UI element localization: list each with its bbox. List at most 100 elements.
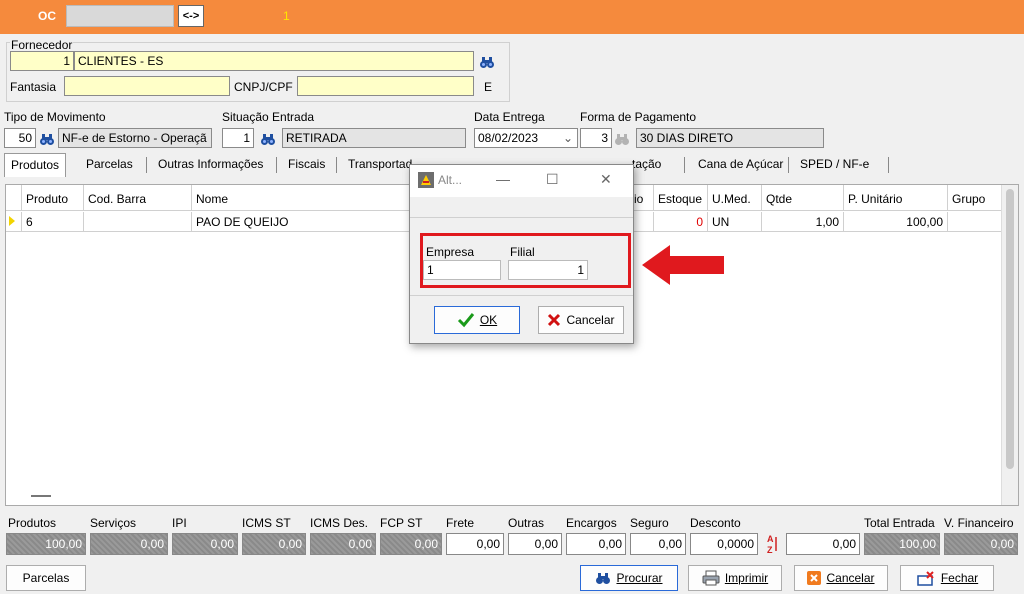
total-icms-des-value: 0,00: [310, 533, 376, 555]
cnpj-label: CNPJ/CPF: [234, 80, 293, 94]
procurar-button[interactable]: Procurar: [580, 565, 678, 591]
svg-text:Z: Z: [767, 545, 773, 555]
data-entrega-field[interactable]: 08/02/2023 ⌄: [474, 128, 578, 148]
cancelar-button-label: Cancelar: [826, 571, 875, 585]
total-desconto-label: Desconto: [690, 516, 741, 530]
situacao-entrada-code[interactable]: 1: [222, 128, 254, 148]
oc-number: 1: [283, 9, 290, 23]
table-cell-estoque[interactable]: 0: [654, 212, 708, 232]
col-grupo[interactable]: Grupo: [948, 185, 1002, 211]
total-encargos-label: Encargos: [566, 516, 617, 530]
total-desconto-input[interactable]: 0,00: [786, 533, 860, 555]
cnpj-field[interactable]: [297, 76, 474, 96]
filial-input[interactable]: 1: [508, 260, 588, 280]
total-encargos-input[interactable]: 0,00: [566, 533, 626, 555]
tab-separator: [276, 157, 277, 173]
binoculars-icon[interactable]: [479, 54, 495, 70]
fantasia-field[interactable]: [64, 76, 230, 96]
col-cod-barra[interactable]: Cod. Barra: [84, 185, 192, 211]
total-entrada-label: Total Entrada: [864, 516, 935, 530]
col-umed[interactable]: U.Med.: [708, 185, 762, 211]
total-ipi-label: IPI: [172, 516, 187, 530]
total-desconto-pct-input[interactable]: 0,0000: [690, 533, 758, 555]
maximize-icon[interactable]: ☐: [546, 171, 559, 188]
binoculars-icon[interactable]: [614, 131, 630, 147]
fornecedor-label: Fornecedor: [10, 38, 74, 52]
forma-pagamento-label: Forma de Pagamento: [580, 110, 697, 124]
filial-label: Filial: [510, 245, 535, 259]
grid-horizontal-scroll-handle[interactable]: [31, 495, 51, 497]
alterar-dialog: Alt... — ☐ ✕ Empresa Filial 1 1 OK Cance…: [409, 164, 634, 344]
total-produtos-value: 100,00: [6, 533, 86, 555]
ok-button[interactable]: OK: [434, 306, 520, 334]
table-cell-grupo[interactable]: [948, 212, 1002, 232]
parcelas-button[interactable]: Parcelas: [6, 565, 86, 591]
tab-outras-informacoes[interactable]: Outras Informações: [152, 153, 269, 177]
dialog-cancel-button[interactable]: Cancelar: [538, 306, 624, 334]
fechar-button-label: Fechar: [940, 571, 979, 585]
total-icms-des-label: ICMS Des.: [310, 516, 369, 530]
tab-separator: [888, 157, 889, 173]
table-cell-produto[interactable]: 6: [22, 212, 84, 232]
total-outras-label: Outras: [508, 516, 545, 530]
total-servicos-label: Serviços: [90, 516, 137, 530]
fechar-button[interactable]: Fechar: [900, 565, 994, 591]
sort-az-icon[interactable]: AZ: [765, 533, 779, 555]
situacao-entrada-label: Situação Entrada: [222, 110, 315, 124]
table-cell-cod-barra[interactable]: [84, 212, 192, 232]
total-outras-input[interactable]: 0,00: [508, 533, 562, 555]
close-door-icon: [917, 571, 934, 586]
total-v-financeiro-label: V. Financeiro: [944, 516, 1014, 530]
total-v-financeiro-value: 0,00: [944, 533, 1018, 555]
table-cell-p-unitario[interactable]: 100,00: [844, 212, 948, 232]
grid-indicator-header: [6, 185, 22, 211]
dialog-title: Alt...: [438, 173, 463, 187]
total-icms-st-value: 0,00: [242, 533, 306, 555]
binoculars-icon[interactable]: [260, 131, 276, 147]
empresa-input[interactable]: 1: [423, 260, 501, 280]
tipo-movimento-desc: NF-e de Estorno - Operaçã: [58, 128, 212, 148]
parcelas-button-label: Parcelas: [22, 571, 70, 585]
close-icon[interactable]: ✕: [600, 171, 612, 188]
binoculars-icon: [596, 573, 611, 584]
tab-sped-nfe[interactable]: SPED / NF-e: [794, 153, 875, 177]
tab-transportadora[interactable]: Transportad: [342, 153, 418, 177]
imprimir-button[interactable]: Imprimir: [688, 565, 782, 591]
total-fcp-st-value: 0,00: [380, 533, 442, 555]
empresa-label: Empresa: [426, 245, 475, 259]
checkmark-icon: [457, 313, 474, 328]
data-entrega-label: Data Entrega: [474, 110, 545, 124]
col-qtde[interactable]: Qtde: [762, 185, 844, 211]
grid-vertical-scrollbar[interactable]: [1001, 185, 1018, 505]
fornecedor-name-field[interactable]: CLIENTES - ES: [74, 51, 474, 71]
swap-button[interactable]: <->: [178, 5, 204, 27]
chevron-down-icon[interactable]: ⌄: [563, 131, 573, 145]
col-p-unitario[interactable]: P. Unitário: [844, 185, 948, 211]
red-arrow-annotation: [642, 245, 724, 285]
printer-icon: [702, 570, 720, 586]
svg-text:A: A: [767, 534, 774, 544]
tab-cana-de-acucar[interactable]: Cana de Açúcar: [692, 153, 789, 177]
dialog-title-bar: Alt... — ☐ ✕: [410, 165, 633, 197]
total-frete-input[interactable]: 0,00: [446, 533, 504, 555]
forma-pagamento-code[interactable]: 3: [580, 128, 612, 148]
table-cell-qtde[interactable]: 1,00: [762, 212, 844, 232]
table-cell-umed[interactable]: UN: [708, 212, 762, 232]
cancelar-button[interactable]: Cancelar: [794, 565, 888, 591]
x-icon: [548, 313, 561, 327]
col-estoque[interactable]: Estoque: [654, 185, 708, 211]
scrollbar-thumb[interactable]: [1006, 189, 1014, 469]
tab-separator: [684, 157, 685, 173]
ok-button-label: OK: [479, 313, 498, 327]
col-produto[interactable]: Produto: [22, 185, 84, 211]
tab-fiscais[interactable]: Fiscais: [282, 153, 331, 177]
tab-parcelas[interactable]: Parcelas: [80, 153, 139, 177]
oc-input[interactable]: [66, 5, 174, 27]
minimize-icon[interactable]: —: [496, 171, 510, 187]
tab-produtos[interactable]: Produtos: [4, 153, 67, 177]
fornecedor-code-field[interactable]: 1: [10, 51, 74, 71]
total-seguro-input[interactable]: 0,00: [630, 533, 686, 555]
tipo-movimento-code[interactable]: 50: [4, 128, 36, 148]
binoculars-icon[interactable]: [39, 131, 55, 147]
dialog-divider: [410, 217, 633, 218]
